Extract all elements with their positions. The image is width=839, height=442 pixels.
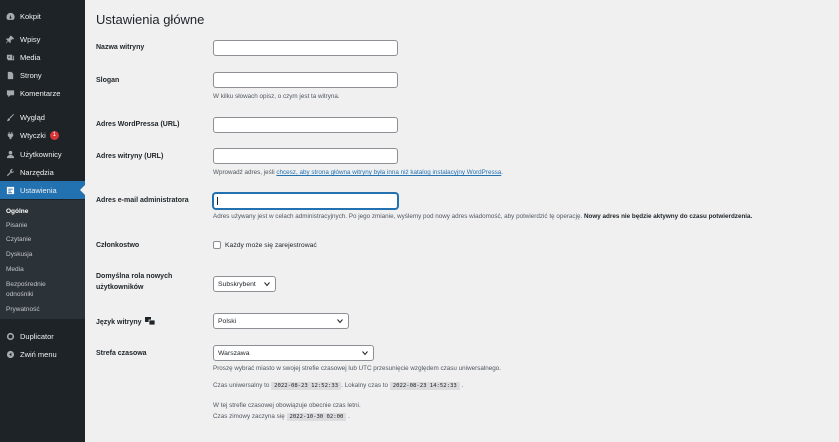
menu-label: Strony (20, 70, 42, 80)
submenu-item-writing[interactable]: Pisanie (6, 222, 27, 229)
menu-item-appearance[interactable]: Wygląd (0, 108, 85, 126)
menu-label: Ustawienia (20, 185, 57, 195)
menu-label: Duplicator (20, 331, 54, 341)
update-count-badge: 1 (49, 130, 59, 140)
wrench-icon (5, 167, 15, 177)
submenu-item-privacy[interactable]: Prywatność (6, 306, 40, 313)
default-role-select[interactable]: Subskrybent (213, 276, 276, 292)
language-label: Język witryny (96, 317, 155, 328)
chevron-down-icon (264, 281, 270, 287)
winter-time-label: Czas zimowy zaczyna się (213, 413, 285, 420)
utc-time-value: 2022-08-23 12:52:33 (271, 382, 342, 390)
menu-label: Narzędzia (20, 167, 54, 177)
timezone-select[interactable]: Warszawa (213, 345, 374, 361)
menu-item-comments[interactable]: Komentarze (0, 84, 85, 102)
wp-url-input[interactable] (213, 117, 398, 133)
language-value: Polski (218, 317, 237, 325)
duplicator-icon (5, 331, 15, 341)
default-role-value: Subskrybent (218, 280, 256, 288)
site-url-label: Adres witryny (URL) (96, 153, 164, 160)
menu-label: Wygląd (20, 112, 45, 122)
membership-label: Członkostwo (96, 242, 140, 249)
chevron-down-icon (337, 318, 343, 324)
winter-time-notice: Czas zimowy zaczyna się 2022-10-30 02:00… (213, 413, 350, 421)
admin-email-description: Adres używany jest w celach administracy… (213, 213, 752, 220)
menu-label: Wpisy (20, 34, 41, 44)
admin-email-desc-bold: Nowy adres nie będzie aktywny do czasu p… (583, 213, 753, 220)
submenu-item-permalinks-line2[interactable]: odnośniki (6, 291, 33, 298)
menu-item-posts[interactable]: Wpisy (0, 30, 85, 48)
page-icon (5, 70, 15, 80)
language-select[interactable]: Polski (213, 313, 349, 329)
admin-sidebar: Kokpit Wpisy Media Strony Komentarze Wyg… (0, 0, 85, 442)
local-time-value: 2022-08-23 14:52:33 (389, 382, 460, 390)
submenu-item-permalinks[interactable]: Bezpośrednie (6, 281, 46, 288)
menu-label: Komentarze (20, 88, 61, 98)
text-caret (217, 197, 218, 205)
menu-label: Kokpit (20, 11, 41, 21)
menu-item-users[interactable]: Użytkownicy (0, 145, 85, 163)
menu-item-tools[interactable]: Narzędzia (0, 163, 85, 181)
menu-item-duplicator[interactable]: Duplicator (0, 327, 85, 345)
tagline-label: Slogan (96, 77, 120, 84)
collapse-icon (5, 349, 15, 359)
menu-item-settings[interactable]: Ustawienia (0, 181, 85, 199)
winter-time-end: . (348, 413, 350, 420)
site-name-input[interactable] (213, 40, 398, 56)
menu-item-dashboard[interactable]: Kokpit (0, 7, 85, 25)
plugin-icon (5, 130, 15, 140)
tagline-description: W kilku słowach opisz, o czym jest ta wi… (213, 93, 340, 100)
submenu-item-media[interactable]: Media (6, 266, 24, 273)
timezone-label: Strefa czasowa (96, 350, 147, 357)
site-url-help-link[interactable]: chcesz, aby strona główna witryny była i… (276, 169, 501, 176)
menu-item-plugins[interactable]: Wtyczki 1 (0, 126, 85, 144)
dst-notice: W tej strefie czasowej obowiązuje obecni… (213, 402, 361, 409)
settings-icon (5, 185, 15, 195)
comment-icon (5, 88, 15, 98)
site-name-label: Nazwa witryny (96, 44, 145, 51)
admin-email-desc-text: Adres używany jest w celach administracy… (213, 213, 584, 220)
site-url-desc-end: . (501, 169, 504, 176)
dashboard-icon (5, 11, 15, 21)
settings-submenu: Ogólne Pisanie Czytanie Dyskusja Media B… (0, 200, 85, 319)
menu-label: Zwiń menu (20, 349, 57, 359)
timezone-value: Warszawa (218, 349, 250, 357)
membership-checkbox-label[interactable]: Każdy może się zarejestrować (225, 242, 317, 249)
times-end-dot: . (461, 382, 464, 389)
local-time-label: . Lokalny czas to (341, 382, 389, 389)
site-url-input[interactable] (213, 148, 398, 164)
language-label-text: Język witryny (96, 319, 142, 326)
submenu-item-reading[interactable]: Czytanie (6, 236, 31, 243)
media-icon (5, 52, 15, 62)
utc-time-label: Czas uniwersalny to (213, 382, 270, 389)
admin-email-input[interactable] (213, 193, 398, 209)
menu-label: Użytkownicy (20, 149, 62, 159)
menu-item-media[interactable]: Media (0, 48, 85, 66)
submenu-item-discussion[interactable]: Dyskusja (6, 251, 32, 258)
menu-item-pages[interactable]: Strony (0, 66, 85, 84)
site-url-description: Wprowadź adres, jeśli chcesz, aby strona… (213, 169, 503, 176)
collapse-menu-button[interactable]: Zwiń menu (0, 345, 85, 363)
submenu-item-general[interactable]: Ogólne (6, 208, 28, 215)
settings-main: Ustawienia główne Nazwa witryny Slogan W… (85, 0, 839, 442)
chevron-down-icon (362, 350, 368, 356)
menu-label: Media (20, 52, 41, 62)
default-role-label-line1: Domyślna rola nowych (96, 273, 173, 280)
admin-email-label: Adres e-mail administratora (96, 197, 189, 204)
default-role-label-line2: użytkowników (96, 284, 144, 291)
wp-url-label: Adres WordPressa (URL) (96, 121, 180, 128)
winter-time-value: 2022-10-30 02:00 (286, 413, 347, 421)
translation-icon (144, 317, 155, 325)
membership-checkbox[interactable] (213, 241, 221, 249)
menu-label: Wtyczki (20, 130, 46, 140)
users-icon (5, 149, 15, 159)
timezone-description: Proszę wybrać miasto w swojej strefie cz… (213, 365, 502, 372)
tagline-input[interactable] (213, 72, 398, 88)
pin-icon (5, 34, 15, 44)
timezone-times: Czas uniwersalny to 2022-08-23 12:52:33.… (213, 382, 464, 390)
brush-icon (5, 112, 15, 122)
page-title: Ustawienia główne (96, 12, 205, 27)
site-url-desc-text: Wprowadź adres, jeśli (213, 169, 277, 176)
